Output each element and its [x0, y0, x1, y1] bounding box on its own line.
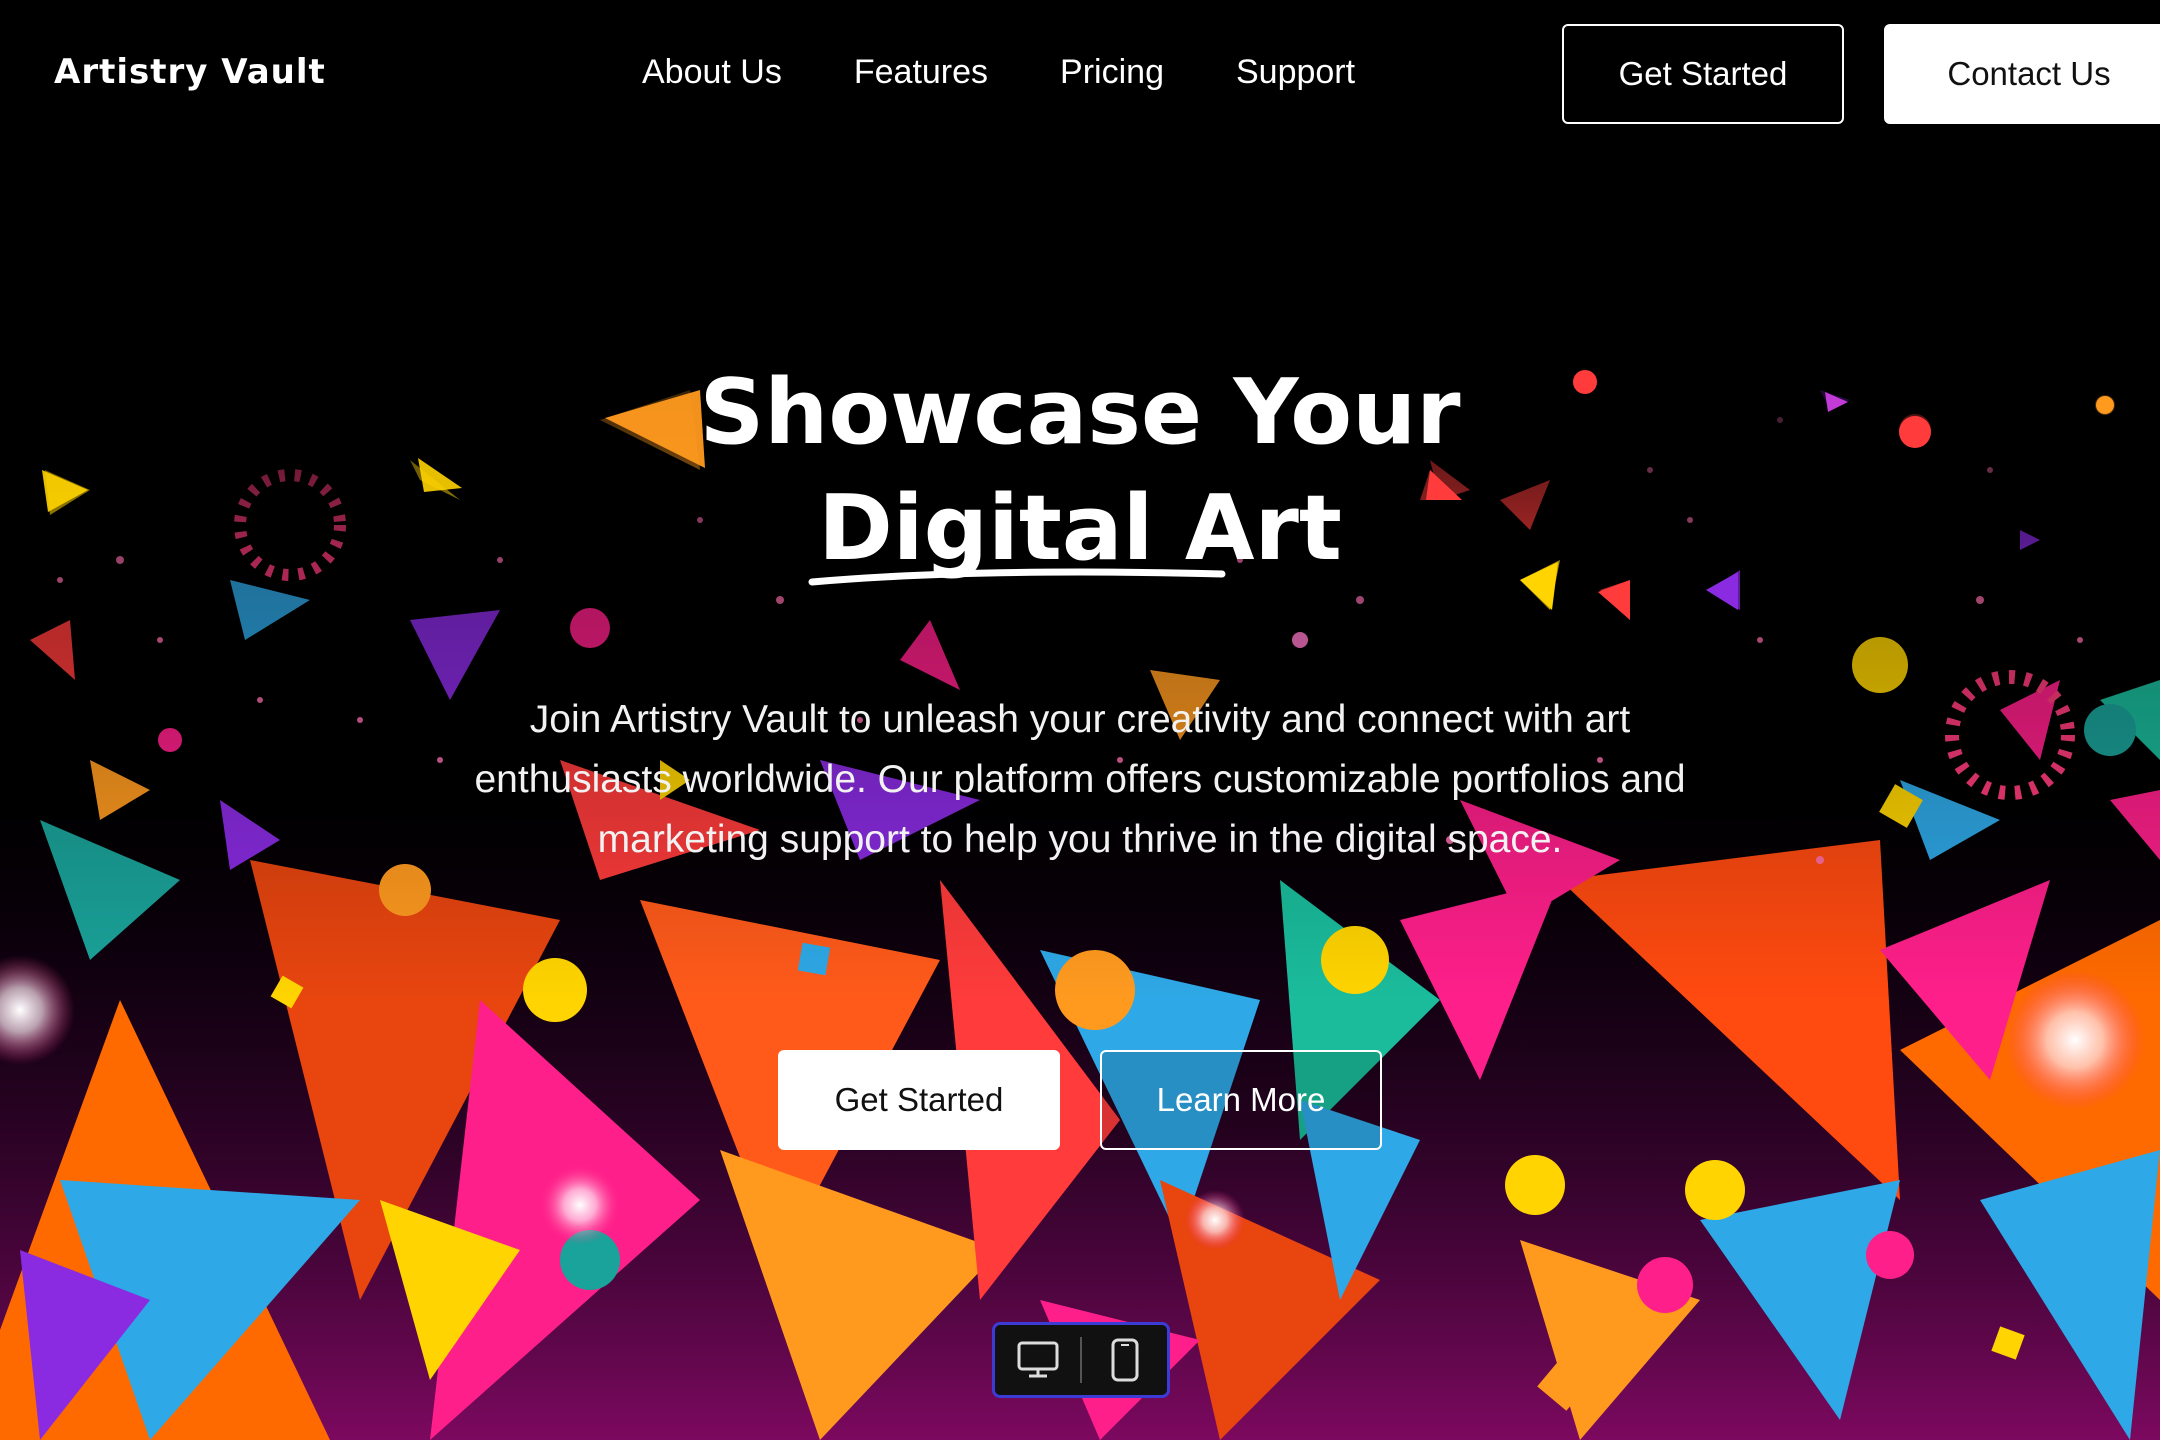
nav-link-about-us[interactable]: About Us [642, 50, 782, 94]
nav-link-support[interactable]: Support [1236, 50, 1355, 94]
hero-get-started-button[interactable]: Get Started [778, 1050, 1060, 1150]
desktop-view-button[interactable] [995, 1325, 1080, 1395]
site-logo[interactable]: Artistry Vault [54, 52, 326, 92]
nav-link-pricing[interactable]: Pricing [1060, 50, 1164, 94]
header-get-started-button[interactable]: Get Started [1562, 24, 1844, 124]
desktop-icon [1017, 1341, 1058, 1378]
main-nav: About Us Features Pricing Support [642, 50, 1355, 94]
mobile-view-button[interactable] [1082, 1325, 1167, 1395]
site-header: Artistry Vault About Us Features Pricing… [0, 0, 2160, 150]
hero-description: Join Artistry Vault to unleash your crea… [474, 698, 1686, 861]
title-underline-stroke [808, 568, 1226, 586]
hero-learn-more-button[interactable]: Learn More [1100, 1050, 1382, 1150]
landing-page: Artistry Vault About Us Features Pricing… [0, 0, 2160, 1440]
header-contact-us-button[interactable]: Contact Us [1884, 24, 2160, 124]
nav-link-features[interactable]: Features [854, 50, 988, 94]
mobile-icon [1111, 1338, 1138, 1382]
device-preview-toggle [992, 1322, 1170, 1398]
hero-title: Showcase Your Digital Art [0, 355, 2160, 587]
hero-title-line1: Showcase Your [699, 360, 1461, 465]
